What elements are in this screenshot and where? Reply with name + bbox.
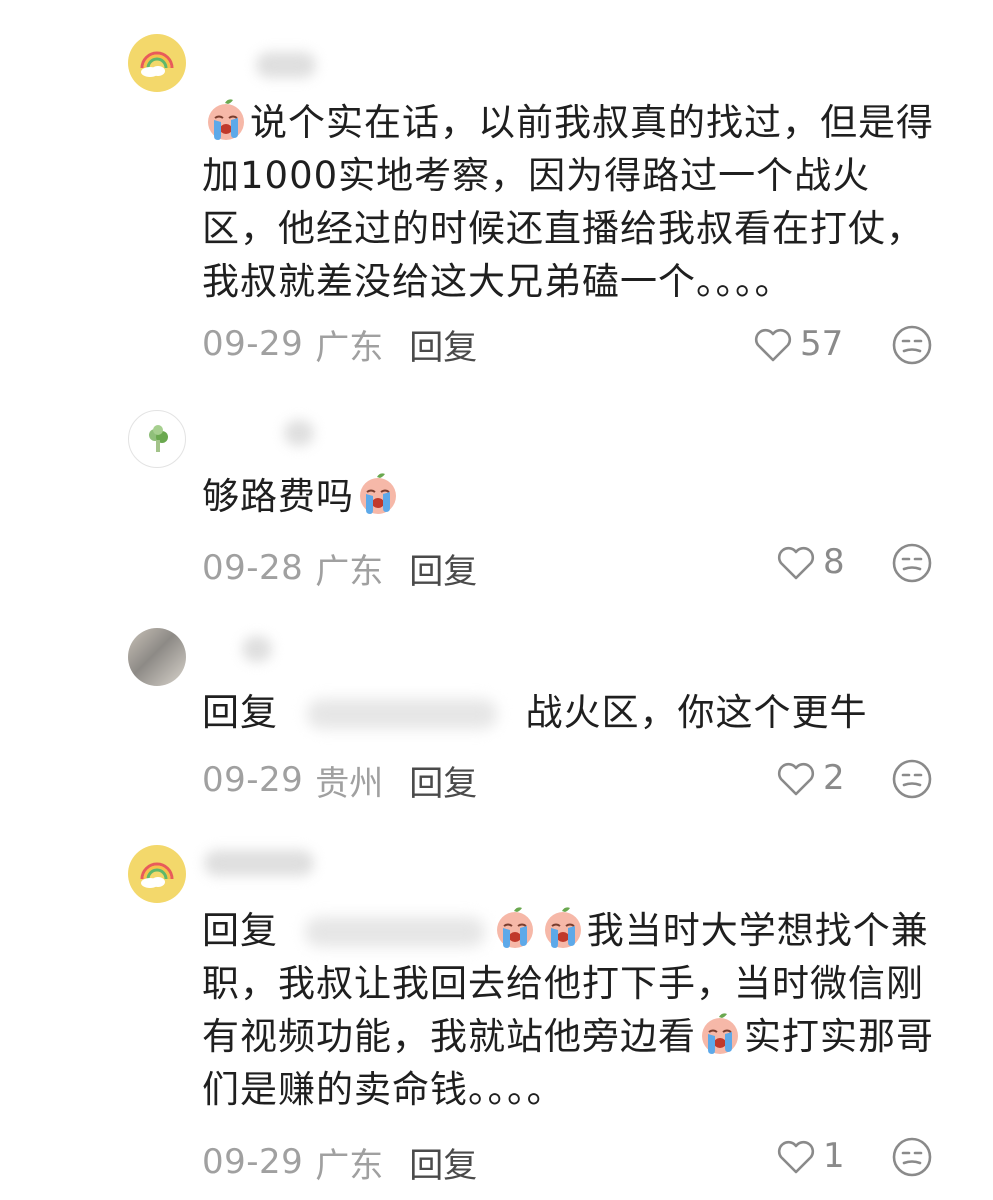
mentioned-user-blurred[interactable]	[304, 917, 485, 947]
meh-face-icon[interactable]	[891, 1136, 933, 1178]
like-button[interactable]: 57	[752, 322, 843, 366]
like-count: 8	[823, 542, 845, 582]
reply-button[interactable]: 回复	[409, 1138, 477, 1187]
like-button[interactable]: 1	[775, 1134, 845, 1178]
comment-date: 09-29	[202, 1142, 304, 1182]
username-blurred[interactable]	[284, 420, 314, 446]
crying-face-emoji-icon	[541, 906, 585, 950]
like-count: 2	[823, 758, 845, 798]
comment-meta: 09-29 广东 回复	[202, 1138, 477, 1187]
rainbow-cloud-icon	[140, 862, 174, 888]
crying-face-emoji-icon	[493, 906, 537, 950]
comment-location: 贵州	[315, 763, 384, 804]
comment-date: 09-28	[202, 548, 304, 588]
heart-icon	[777, 546, 815, 580]
username-blurred[interactable]	[256, 52, 316, 78]
crying-face-emoji-icon	[698, 1012, 742, 1056]
reply-button[interactable]: 回复	[409, 320, 477, 369]
broccoli-icon	[149, 425, 168, 452]
heart-icon	[754, 328, 792, 362]
meh-face-icon[interactable]	[891, 542, 933, 584]
avatar[interactable]	[128, 628, 186, 686]
comment-location: 广东	[315, 327, 384, 368]
rainbow-cloud-icon	[140, 51, 174, 77]
comment-text: 回复 我当时大学想找个兼职，我叔让我回去给他打下手，当时微信刚有视频功能，我就站…	[202, 904, 942, 1116]
like-button[interactable]: 2	[775, 756, 845, 800]
comment-date: 09-29	[202, 324, 304, 364]
avatar[interactable]	[128, 845, 186, 903]
mentioned-user-blurred[interactable]	[306, 699, 497, 729]
crying-face-emoji-icon	[356, 472, 400, 516]
comment-text: 说个实在话，以前我叔真的找过，但是得加1000实地考察，因为得路过一个战火区，他…	[202, 96, 942, 308]
meh-face-icon[interactable]	[891, 758, 933, 800]
comment-meta: 09-29 广东 回复	[202, 320, 477, 369]
like-count: 57	[800, 324, 844, 364]
reply-prefix: 回复	[202, 909, 278, 952]
comment-body: 说个实在话，以前我叔真的找过，但是得加1000实地考察，因为得路过一个战火区，他…	[202, 101, 934, 303]
comment-meta: 09-29 贵州 回复	[202, 756, 477, 805]
comment-location: 广东	[315, 1145, 384, 1186]
crying-face-emoji-icon	[204, 98, 248, 142]
username-blurred[interactable]	[204, 850, 314, 876]
comment-meta: 09-28 广东 回复	[202, 544, 477, 593]
like-count: 1	[823, 1136, 845, 1176]
heart-icon	[777, 1140, 815, 1174]
heart-icon	[777, 762, 815, 796]
meh-face-icon[interactable]	[891, 324, 933, 366]
comment-text: 够路费吗	[202, 470, 942, 523]
comment-location: 广东	[315, 551, 384, 592]
reply-prefix: 回复	[202, 691, 278, 734]
username-blurred[interactable]	[242, 636, 272, 662]
reply-button[interactable]: 回复	[409, 756, 477, 805]
comment-body: 够路费吗	[202, 475, 354, 518]
avatar[interactable]	[128, 34, 186, 92]
avatar[interactable]	[128, 410, 186, 468]
comment-thread: 说个实在话，以前我叔真的找过，但是得加1000实地考察，因为得路过一个战火区，他…	[0, 0, 993, 1200]
comment-body: 战火区，你这个更牛	[525, 691, 868, 734]
comment-date: 09-29	[202, 760, 304, 800]
like-button[interactable]: 8	[775, 540, 845, 584]
comment-text: 回复 战火区，你这个更牛	[202, 686, 942, 739]
reply-button[interactable]: 回复	[409, 544, 477, 593]
